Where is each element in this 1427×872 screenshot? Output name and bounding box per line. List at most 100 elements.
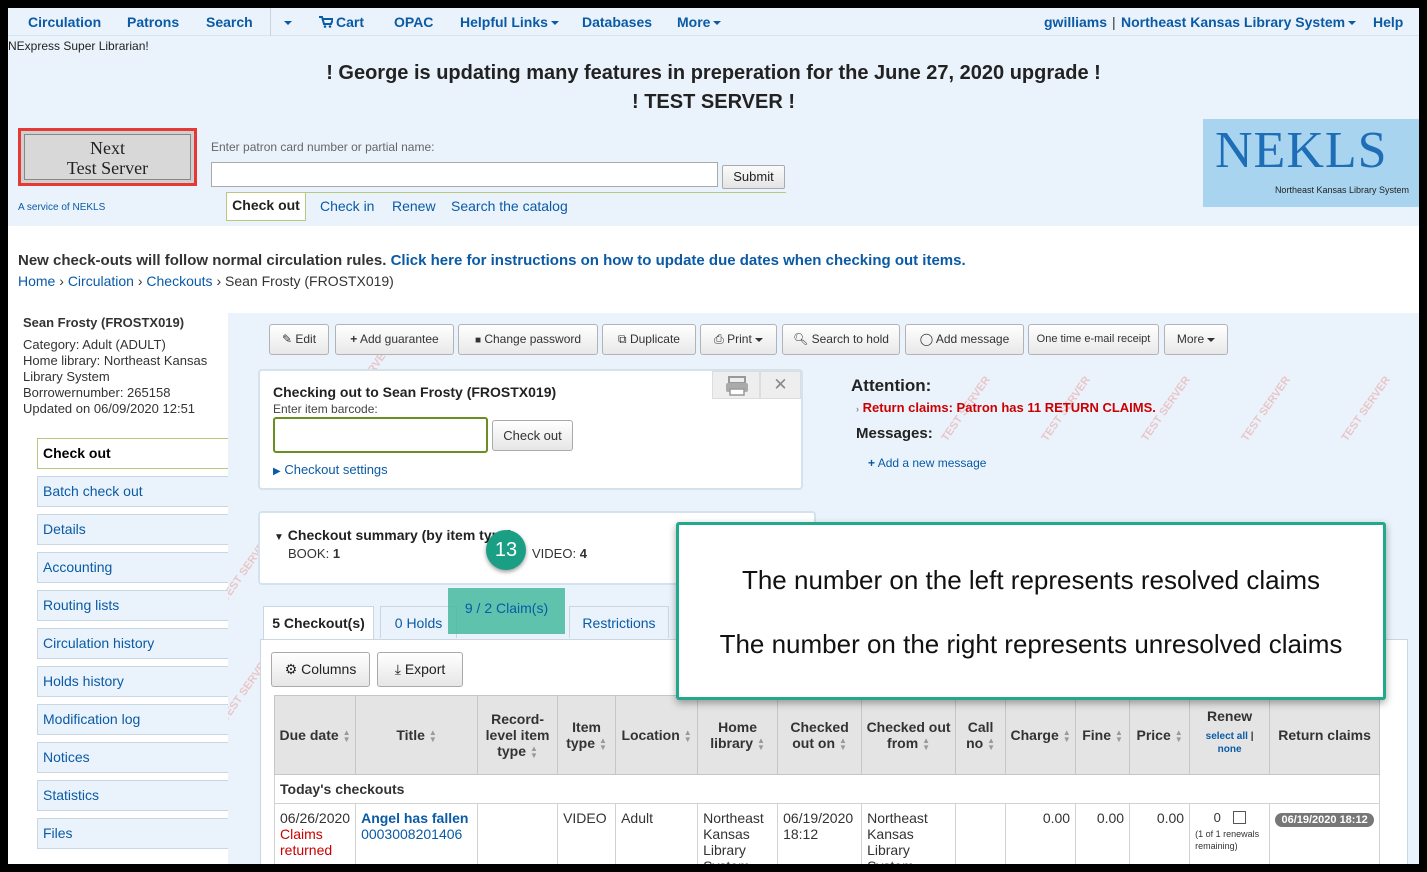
search-icon: 🔍︎ xyxy=(793,332,809,346)
email-receipt-button[interactable]: One time e-mail receipt xyxy=(1028,324,1159,355)
sidebar-item-routing-lists[interactable]: Routing lists xyxy=(37,590,228,621)
item-title-link[interactable]: Angel has fallen xyxy=(361,810,472,826)
print-slip-button[interactable] xyxy=(712,371,760,399)
sidebar-item-statistics[interactable]: Statistics xyxy=(37,780,228,811)
pencil-icon: ✎ xyxy=(281,332,293,346)
return-claims-alert[interactable]: › Return claims: Patron has 11 RETURN CL… xyxy=(856,400,1156,415)
nav-cart[interactable]: Cart xyxy=(319,14,364,30)
renew-select-all-link[interactable]: select all xyxy=(1206,731,1248,742)
nav-helpful-links[interactable]: Helpful Links xyxy=(460,14,559,30)
edit-button[interactable]: ✎ Edit xyxy=(269,324,329,355)
sidebar-item-circulation-history[interactable]: Circulation history xyxy=(37,628,228,659)
print-button[interactable]: ⎙ Print xyxy=(700,324,777,355)
summary-video-count: 4 xyxy=(579,546,587,561)
patron-sidebar-nav: Check out Batch check out Details Accoun… xyxy=(37,438,228,856)
cell-home-library: Northeast Kansas Library System xyxy=(697,803,779,864)
tab-holds[interactable]: 0 Holds xyxy=(380,606,457,638)
search-dropdown-caret[interactable] xyxy=(281,14,292,30)
patron-search-label: Enter patron card number or partial name… xyxy=(211,140,435,154)
col-checked-out-from[interactable]: Checked out from ▲ ▼ xyxy=(861,695,957,775)
col-label: Renew xyxy=(1207,708,1253,724)
patron-submit-button[interactable]: Submit xyxy=(722,165,785,189)
nav-help[interactable]: Help xyxy=(1373,14,1403,30)
chevron-down-icon xyxy=(550,21,559,26)
cell-renew: 0 (1 of 1 renewals remaining) xyxy=(1189,803,1271,864)
col-record-level-type[interactable]: Record-level item type ▲ ▼ xyxy=(477,695,559,775)
nav-opac[interactable]: OPAC xyxy=(394,14,433,30)
cell-checked-on: 06/19/2020 18:12 xyxy=(777,803,863,864)
next-logo-line2: Test Server xyxy=(66,158,149,178)
nav-user[interactable]: gwilliams xyxy=(1044,14,1107,30)
breadcrumb-circulation[interactable]: Circulation xyxy=(68,273,134,289)
col-due-date[interactable]: Due date ▲ ▼ xyxy=(273,695,357,775)
change-password-button[interactable]: ■ Change password xyxy=(458,324,598,355)
nav-circulation[interactable]: Circulation xyxy=(28,14,101,30)
add-new-message-link[interactable]: + Add a new message xyxy=(868,456,986,470)
duplicate-button[interactable]: ⧉ Duplicate xyxy=(602,324,696,355)
nav-databases[interactable]: Databases xyxy=(582,14,652,30)
sort-icon: ▲ ▼ xyxy=(1115,728,1123,745)
columns-button[interactable]: ⚙ Columns xyxy=(271,652,370,687)
sidebar-item-modification-log[interactable]: Modification log xyxy=(37,704,228,735)
notice-instructions-link[interactable]: Click here for instructions on how to up… xyxy=(391,252,966,269)
renew-checkbox[interactable] xyxy=(1232,811,1246,824)
change-password-label: Change password xyxy=(484,332,582,346)
tab-claims[interactable]: 9 / 2 Claim(s) xyxy=(448,600,565,616)
sidebar-item-check-out[interactable]: Check out xyxy=(37,438,228,469)
barcode-input[interactable] xyxy=(273,417,488,453)
col-fine[interactable]: Fine ▲ ▼ xyxy=(1075,695,1131,775)
cell-charge: 0.00 xyxy=(1005,803,1077,864)
patron-borrowernumber: Borrowernumber: 265158 xyxy=(23,385,171,400)
renew-note: (1 of 1 renewals remaining) xyxy=(1195,829,1260,851)
sort-icon: ▲ ▼ xyxy=(683,728,692,745)
service-link[interactable]: A service of NEKLS xyxy=(18,202,105,213)
nav-patrons[interactable]: Patrons xyxy=(127,14,179,30)
cell-title: Angel has fallen 0003008201406 xyxy=(355,803,479,864)
sidebar-item-holds-history[interactable]: Holds history xyxy=(37,666,228,697)
col-charge[interactable]: Charge ▲ ▼ xyxy=(1005,695,1077,775)
tab-restrictions[interactable]: Restrictions xyxy=(569,606,669,638)
summary-book-label: BOOK: xyxy=(288,546,330,561)
nav-library[interactable]: Northeast Kansas Library System xyxy=(1121,14,1357,30)
breadcrumb-checkouts[interactable]: Checkouts xyxy=(146,273,212,289)
sidebar-item-accounting[interactable]: Accounting xyxy=(37,552,228,583)
sidebar-item-notices[interactable]: Notices xyxy=(37,742,228,773)
summary-toggle[interactable]: ▼ Checkout summary (by item type) xyxy=(274,527,513,543)
col-title[interactable]: Title ▲ ▼ xyxy=(355,695,479,775)
add-guarantee-button[interactable]: + Add guarantee xyxy=(335,324,454,355)
more-button[interactable]: More xyxy=(1164,324,1228,355)
add-message-button[interactable]: ◯ Add message xyxy=(905,324,1024,355)
breadcrumb-home[interactable]: Home xyxy=(18,273,55,289)
lock-icon: ■ xyxy=(474,335,481,346)
col-checked-out-on[interactable]: Checked out on ▲ ▼ xyxy=(777,695,863,775)
export-button[interactable]: ⤓ Export xyxy=(377,652,463,687)
header-tab-search-catalog[interactable]: Search the catalog xyxy=(451,198,568,214)
patron-search-input[interactable] xyxy=(211,162,718,187)
table-header-row: Due date ▲ ▼ Title ▲ ▼ Record-level item typ… xyxy=(273,695,1381,775)
item-barcode-link[interactable]: 0003008201406 xyxy=(361,826,472,842)
announcement-banner: ! George is updating many features in pr… xyxy=(326,62,1101,84)
header-tab-checkin[interactable]: Check in xyxy=(320,198,374,214)
renew-none-link[interactable]: none xyxy=(1218,744,1242,755)
cell-call-no xyxy=(955,803,1007,864)
nav-search[interactable]: Search xyxy=(206,14,253,30)
search-to-hold-button[interactable]: 🔍︎ Search to hold xyxy=(782,324,900,355)
sidebar-item-files[interactable]: Files xyxy=(37,818,228,849)
tab-checkouts[interactable]: 5 Checkout(s) xyxy=(263,606,374,640)
checkout-button[interactable]: Check out xyxy=(492,420,573,451)
close-icon[interactable]: ✕ xyxy=(760,371,801,399)
checkout-settings-toggle[interactable]: ▶ Checkout settings xyxy=(273,462,388,477)
nav-more[interactable]: More xyxy=(677,14,722,30)
col-item-type[interactable]: Item type ▲ ▼ xyxy=(557,695,617,775)
next-logo[interactable]: Next Test Server xyxy=(18,128,197,186)
add-message-label: Add message xyxy=(935,332,1010,346)
header-tab-renew[interactable]: Renew xyxy=(392,198,436,214)
col-home-library[interactable]: Home library ▲ ▼ xyxy=(697,695,779,775)
header-tab-checkout[interactable]: Check out xyxy=(226,193,306,221)
col-price[interactable]: Price ▲ ▼ xyxy=(1129,695,1191,775)
summary-title: Checkout summary (by item type) xyxy=(287,527,513,543)
col-location[interactable]: Location ▲ ▼ xyxy=(615,695,699,775)
sidebar-item-details[interactable]: Details xyxy=(37,514,228,545)
col-call-no[interactable]: Call no ▲ ▼ xyxy=(955,695,1007,775)
sidebar-item-batch-check-out[interactable]: Batch check out xyxy=(37,476,228,507)
